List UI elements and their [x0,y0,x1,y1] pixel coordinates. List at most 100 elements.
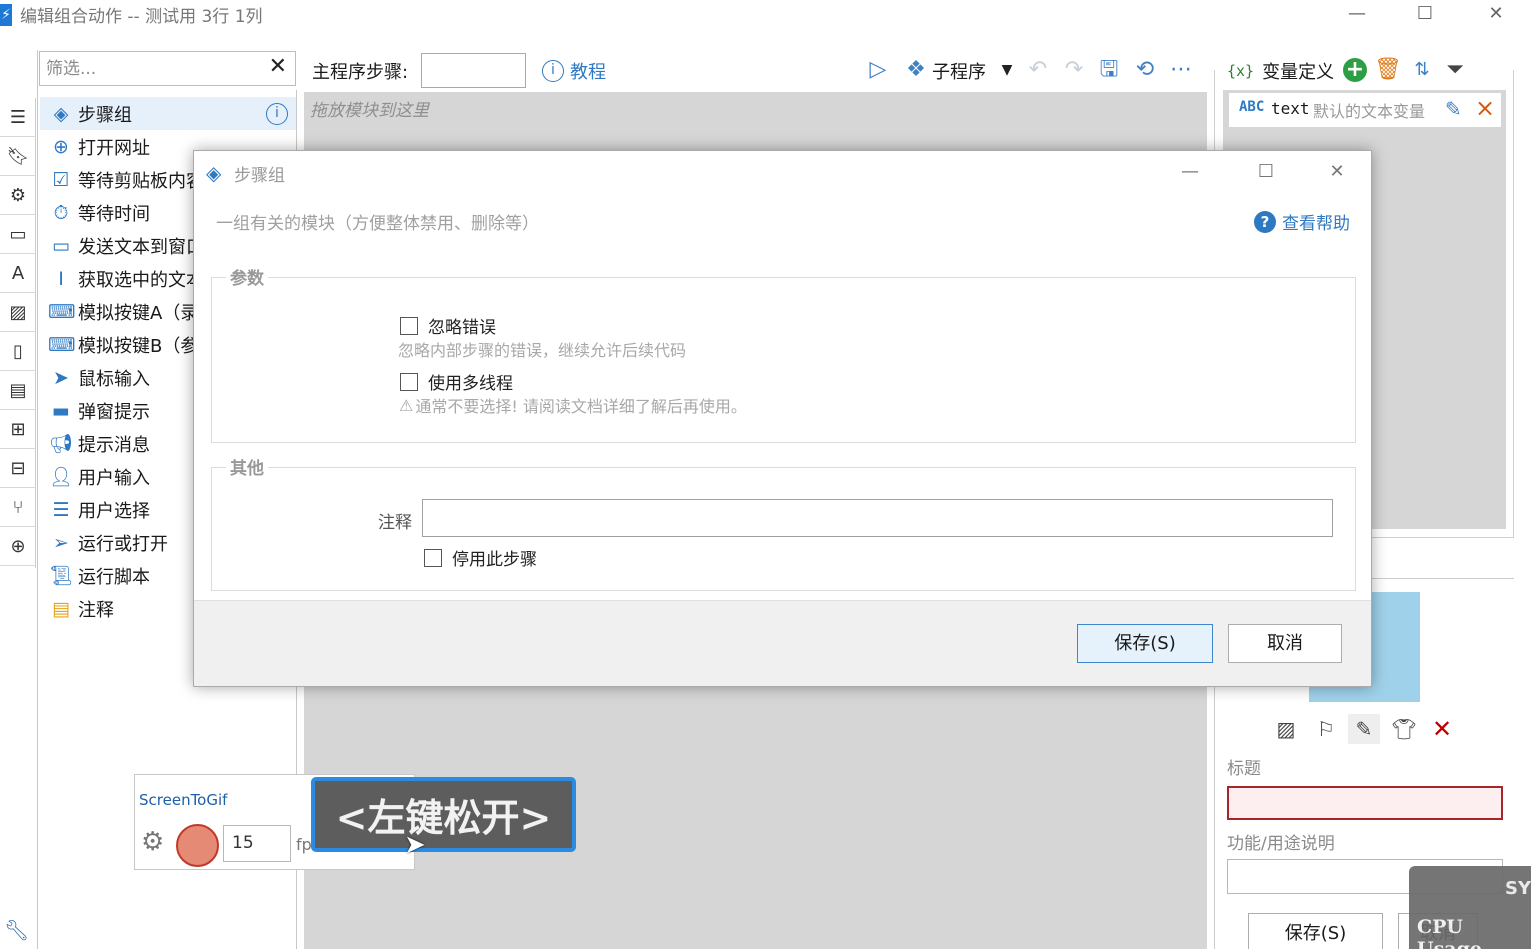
disable-step-checkbox[interactable] [424,548,442,567]
cpu-usage-label: CPU Usage [1417,916,1482,949]
globe-icon[interactable]: ⊕ [0,527,36,566]
cubes-icon: ❖ [906,57,926,82]
save-icon[interactable]: 🖫︎ [1095,56,1123,84]
keyboard-icon: ⌨ [48,333,76,356]
history-icon[interactable]: ⟲ [1131,56,1159,84]
subprogram-label[interactable]: 子程序 [932,58,986,84]
windows-icon[interactable]: ⊞ [0,410,36,449]
send-icon: ➢ [53,531,69,554]
minimize-button[interactable]: — [1335,0,1379,30]
ignore-errors-checkbox[interactable] [400,316,418,335]
pencil-icon[interactable]: ✎ [1445,97,1462,121]
filter-icon[interactable]: ⏷ [1441,56,1469,84]
clipboard-icon[interactable]: ▯ [0,332,36,371]
eyedropper-icon[interactable]: ✎ [1348,714,1380,744]
sort-az-icon[interactable]: ⇅ [1408,56,1436,84]
category-rail: ☰ 🔖︎ ⚙ ▭ A ▨ ▯ ▤ ⊞ ⊟ ⑂ ⊕ [0,98,36,568]
flag-icon[interactable]: ⚐ [1310,714,1342,744]
add-variable-icon[interactable]: + [1343,58,1367,82]
image-icon[interactable]: ▨ [0,293,36,332]
module-item[interactable]: ◈ 步骤组 i [40,97,296,130]
dialog-minimize-button[interactable]: — [1170,157,1210,187]
fps-input[interactable]: 15 [223,825,291,862]
title-input[interactable] [1227,786,1503,820]
more-icon[interactable]: ⋯ [1167,56,1195,84]
image-icon[interactable]: ▨ [1270,714,1302,744]
filter-box: ✕ [39,51,296,86]
mouse-cursor-icon: ➤ [404,830,426,860]
bookmark-icon[interactable]: 🔖︎ [0,137,36,176]
list-select-icon: ☰ [52,498,70,521]
params-legend: 参数 [226,264,268,289]
module-label: 打开网址 [78,137,150,159]
variable-row[interactable]: ABC text 默认的文本变量 ✎ × [1229,93,1501,127]
note-label: 注释 [378,513,412,533]
title-label: 标题 [1227,759,1261,779]
info-icon: i [542,60,564,82]
trash-icon[interactable]: 🗑︎ [1374,56,1402,84]
dialog-title: 步骤组 [234,166,285,186]
other-legend: 其他 [226,454,268,479]
rail-divider [37,50,38,949]
redo-icon[interactable]: ↷ [1060,56,1088,84]
scroll-icon: 📜︎ [48,564,74,587]
megaphone-icon: 📢︎ [48,432,74,455]
dialog-cancel-button[interactable]: 取消 [1228,624,1342,663]
ignore-errors-option[interactable]: 忽略错误 [400,313,496,338]
note-input[interactable] [422,499,1333,537]
keyboard-icon: ⌨ [48,300,76,323]
variable-icon: {x} [1227,62,1255,80]
clear-icon[interactable]: ✕ [1426,714,1458,744]
undo-icon[interactable]: ↶ [1024,56,1052,84]
wrench-icon[interactable]: 🔧︎ [4,918,30,944]
module-label: 发送文本到窗口 [78,236,204,258]
app-lightning-icon: ⚡ [0,4,12,26]
record-button[interactable] [176,824,219,867]
layers-icon: ◈ [53,102,69,125]
chat-icon: ▭ [52,234,70,257]
menu-icon[interactable]: ☰ [0,98,36,137]
delete-variable-icon[interactable]: × [1475,94,1495,122]
help-link[interactable]: ? 查看帮助 [1254,209,1350,234]
text-cursor-icon: I [58,267,64,290]
variable-header-label: 变量定义 [1262,62,1335,83]
calculator-icon[interactable]: ⊟ [0,449,36,488]
font-icon[interactable]: A [0,254,36,293]
dialog-maximize-button[interactable]: ☐ [1246,157,1286,187]
main-steps-label: 主程序步骤: [312,62,409,83]
multithread-checkbox[interactable] [400,372,418,391]
module-label: 用户选择 [78,500,150,522]
shirt-icon[interactable]: 👕︎ [1388,714,1420,744]
gear-icon[interactable]: ⚙ [0,176,36,215]
dialog-close-button[interactable]: ✕ [1317,157,1357,187]
clear-filter-icon[interactable]: ✕ [269,54,287,79]
canvas-hint: 拖放模块到这里 [310,101,429,121]
variable-name: text [1271,99,1310,118]
variable-description: 默认的文本变量 [1313,102,1426,121]
panel-save-button[interactable]: 保存(S) [1248,913,1383,949]
filter-input[interactable] [46,56,261,81]
screentogif-title: ScreenToGif [139,791,228,809]
module-label: 运行脚本 [78,566,150,588]
info-icon[interactable]: i [266,102,288,125]
maximize-button[interactable]: ☐ [1403,0,1447,30]
question-icon: ? [1254,210,1276,233]
main-steps-input[interactable] [421,53,526,88]
tutorial-link[interactable]: i 教程 [542,58,606,84]
description-label: 功能/用途说明 [1227,834,1335,854]
document-icon[interactable]: ▤ [0,371,36,410]
module-label: 等待剪贴板内容 [78,170,204,192]
multithread-option[interactable]: 使用多线程 [400,369,513,394]
close-button[interactable]: ✕ [1474,0,1518,30]
window-icon[interactable]: ▭ [0,215,36,254]
disable-step-option[interactable]: 停用此步骤 [424,545,537,570]
dialog-save-button[interactable]: 保存(S) [1077,624,1213,663]
disable-step-label: 停用此步骤 [452,550,537,570]
chevron-down-icon[interactable]: ▼ [993,56,1021,84]
gear-icon[interactable]: ⚙ [141,827,164,857]
fps-value: 15 [232,833,254,853]
module-label: 获取选中的文本 [78,269,204,291]
popup-icon: ▬ [52,399,70,422]
run-icon[interactable]: ▷ [864,56,892,84]
branch-icon[interactable]: ⑂ [0,488,36,527]
